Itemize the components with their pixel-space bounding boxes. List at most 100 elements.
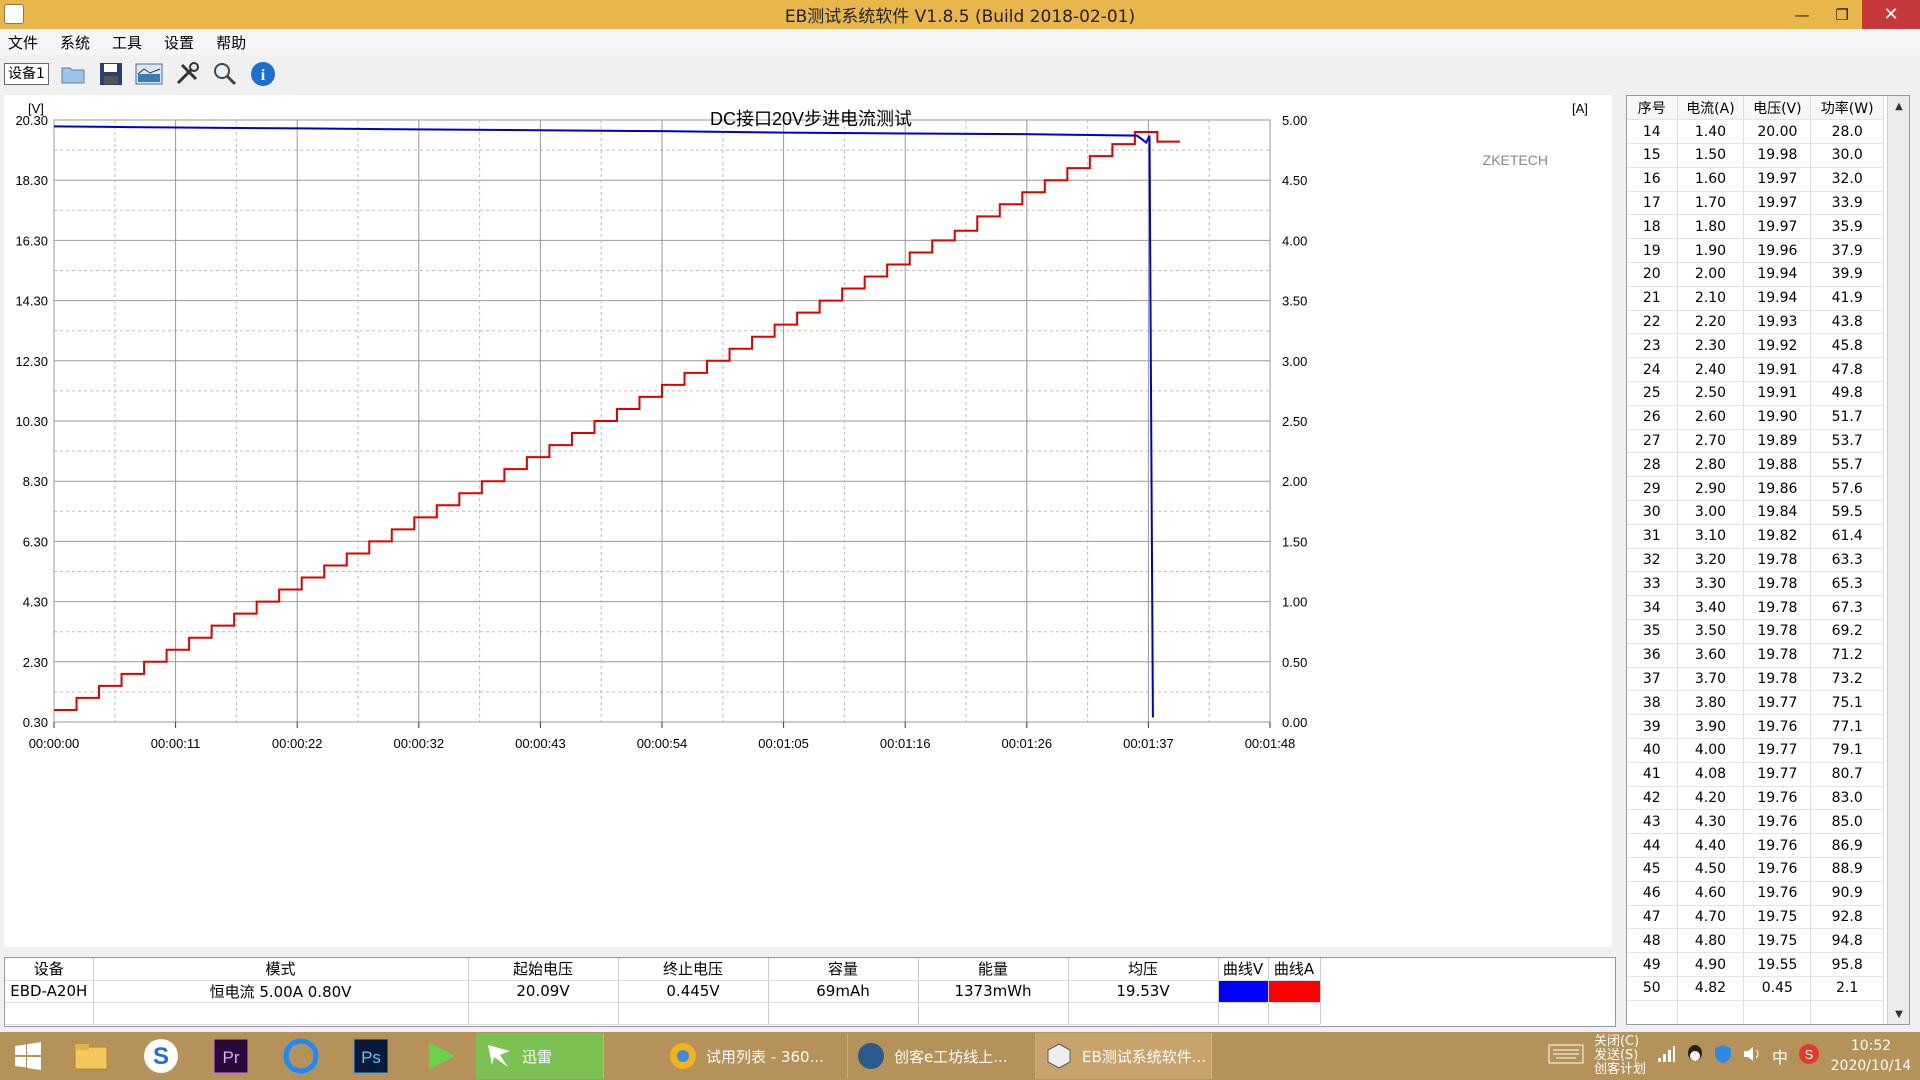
table-row[interactable]: 31 3.10 19.82 61.4 <box>1627 524 1884 549</box>
table-row[interactable]: 36 3.60 19.78 71.2 <box>1627 643 1884 668</box>
summary-table: 设备 模式 起始电压 终止电压 容量 能量 均压 曲线V 曲线A EBD-A20… <box>5 958 1321 1025</box>
row-power: 71.2 <box>1810 643 1884 668</box>
table-row[interactable]: 35 3.50 19.78 69.2 <box>1627 619 1884 644</box>
table-row[interactable]: 22 2.20 19.93 43.8 <box>1627 310 1884 335</box>
menu-file[interactable]: 文件 <box>8 32 38 53</box>
table-row[interactable]: 33 3.30 19.78 65.3 <box>1627 571 1884 597</box>
table-row[interactable]: 42 4.20 19.76 83.0 <box>1627 786 1884 811</box>
task-360-browser[interactable]: 试用列表 - 360... <box>660 1033 848 1079</box>
maximize-button[interactable]: ❐ <box>1822 0 1862 29</box>
col-index-header[interactable]: 序号 <box>1627 96 1678 121</box>
left-tick-label: 20.30 <box>15 113 48 128</box>
table-row[interactable]: 19 1.90 19.96 37.9 <box>1627 238 1884 264</box>
row-voltage: 19.76 <box>1743 786 1812 811</box>
table-row[interactable]: 15 1.50 19.98 30.0 <box>1627 143 1884 168</box>
table-scrollbar[interactable]: ▲ ▼ <box>1887 96 1909 1024</box>
menu-help[interactable]: 帮助 <box>216 32 246 53</box>
windows-start-icon[interactable] <box>0 1033 56 1079</box>
summary-start-v-header: 起始电压 <box>468 958 619 981</box>
player-icon[interactable] <box>406 1033 476 1079</box>
open-folder-icon[interactable] <box>59 60 87 88</box>
table-row[interactable]: 26 2.60 19.90 51.7 <box>1627 405 1884 430</box>
scroll-up-icon[interactable]: ▲ <box>1888 96 1909 116</box>
photoshop-icon[interactable]: Ps <box>336 1033 406 1079</box>
table-row[interactable]: 45 4.50 19.76 88.9 <box>1627 857 1884 882</box>
table-row[interactable]: 48 4.80 19.75 94.8 <box>1627 928 1884 954</box>
table-row[interactable]: 39 3.90 19.76 77.1 <box>1627 714 1884 740</box>
table-row[interactable]: 25 2.50 19.91 49.8 <box>1627 381 1884 406</box>
row-voltage: 19.98 <box>1743 143 1812 168</box>
clock[interactable]: 10:52 2020/10/14 <box>1830 1036 1912 1076</box>
sogou-icon[interactable]: S <box>126 1033 196 1079</box>
table-row[interactable]: 49 4.90 19.55 95.8 <box>1627 952 1884 977</box>
table-row[interactable]: 41 4.08 19.77 80.7 <box>1627 762 1884 787</box>
tools-icon[interactable] <box>173 60 201 88</box>
save-icon[interactable] <box>97 60 125 88</box>
x-tick-label: 00:01:48 <box>1245 736 1296 751</box>
menu-system[interactable]: 系统 <box>60 32 90 53</box>
row-voltage: 19.82 <box>1743 524 1812 549</box>
row-voltage: 19.76 <box>1743 714 1812 740</box>
curve-a-color-swatch[interactable] <box>1268 980 1321 1003</box>
table-row[interactable]: 21 2.10 19.94 41.9 <box>1627 286 1884 311</box>
device-tab[interactable]: 设备1 <box>4 63 49 85</box>
network-icon[interactable] <box>1656 1044 1676 1068</box>
left-tick-label: 0.30 <box>23 715 48 730</box>
scroll-down-icon[interactable]: ▼ <box>1888 1004 1909 1024</box>
sogou-tray-icon[interactable]: S <box>1798 1043 1820 1069</box>
table-row[interactable]: 16 1.60 19.97 32.0 <box>1627 167 1884 192</box>
row-index: 34 <box>1627 595 1678 621</box>
app-icon[interactable] <box>4 4 24 24</box>
col-power-header[interactable]: 功率(W) <box>1810 96 1884 121</box>
table-row[interactable]: 23 2.30 19.92 45.8 <box>1627 333 1884 359</box>
table-row[interactable]: 47 4.70 19.75 92.8 <box>1627 905 1884 930</box>
x-tick-label: 00:00:11 <box>151 736 201 751</box>
shield-icon[interactable] <box>1714 1044 1732 1068</box>
table-row[interactable]: 17 1.70 19.97 33.9 <box>1627 191 1884 216</box>
table-row[interactable]: 40 4.00 19.77 79.1 <box>1627 738 1884 763</box>
360-browser-icon <box>670 1043 696 1069</box>
table-row[interactable]: 28 2.80 19.88 55.7 <box>1627 452 1884 478</box>
table-row[interactable]: 34 3.40 19.78 67.3 <box>1627 595 1884 621</box>
ime-indicator[interactable]: 中 <box>1772 1044 1788 1068</box>
row-index: 33 <box>1627 571 1678 597</box>
close-button[interactable]: ✕ <box>1862 0 1920 29</box>
table-row[interactable]: 24 2.40 19.91 47.8 <box>1627 357 1884 383</box>
summary-row[interactable]: EBD-A20H 恒电流 5.00A 0.80V 20.09V 0.445V 6… <box>5 980 1321 1003</box>
data-table: 序号 电流(A) 电压(V) 功率(W) 14 1.40 20.00 28.0 15 1.… <box>1627 96 1884 1024</box>
menu-tools[interactable]: 工具 <box>112 32 142 53</box>
task-maker[interactable]: 创客e工坊线上... <box>848 1033 1036 1079</box>
premiere-icon[interactable]: Pr <box>196 1033 266 1079</box>
col-voltage-header[interactable]: 电压(V) <box>1743 96 1812 121</box>
table-row[interactable]: 37 3.70 19.78 73.2 <box>1627 667 1884 692</box>
menu-settings[interactable]: 设置 <box>164 32 194 53</box>
col-current-header[interactable]: 电流(A) <box>1677 96 1745 121</box>
task-xunlei[interactable]: 迅雷 <box>476 1033 604 1079</box>
volume-icon[interactable] <box>1742 1044 1762 1068</box>
table-row[interactable]: 44 4.40 19.76 86.9 <box>1627 833 1884 858</box>
task-eb-software[interactable]: EB测试系统软件... <box>1036 1033 1212 1079</box>
file-explorer-icon[interactable] <box>56 1033 126 1079</box>
keyboard-icon[interactable] <box>1548 1044 1584 1068</box>
row-power: 59.5 <box>1810 500 1884 525</box>
image-icon[interactable] <box>135 60 163 88</box>
table-row[interactable]: 50 4.82 0.45 2.1 <box>1627 976 1884 1001</box>
table-row[interactable]: 43 4.30 19.76 85.0 <box>1627 809 1884 835</box>
table-row[interactable]: 14 1.40 20.00 28.0 <box>1627 119 1884 145</box>
table-row[interactable]: 46 4.60 19.76 90.9 <box>1627 881 1884 906</box>
table-row[interactable]: 20 2.00 19.94 39.9 <box>1627 262 1884 287</box>
table-row[interactable]: 30 3.00 19.84 59.5 <box>1627 500 1884 525</box>
row-power: 2.1 <box>1810 976 1884 1001</box>
table-row[interactable]: 18 1.80 19.97 35.9 <box>1627 214 1884 240</box>
row-power: 69.2 <box>1810 619 1884 644</box>
browser-icon[interactable] <box>266 1033 336 1079</box>
table-row[interactable]: 29 2.90 19.86 57.6 <box>1627 476 1884 502</box>
minimize-button[interactable]: — <box>1782 0 1822 29</box>
qq-icon[interactable] <box>1686 1044 1704 1068</box>
search-icon[interactable] <box>211 60 239 88</box>
table-row[interactable]: 38 3.80 19.77 75.1 <box>1627 690 1884 716</box>
info-icon[interactable]: i <box>249 60 277 88</box>
curve-v-color-swatch[interactable] <box>1218 980 1269 1003</box>
table-row[interactable]: 32 3.20 19.78 63.3 <box>1627 548 1884 573</box>
table-row[interactable]: 27 2.70 19.89 53.7 <box>1627 429 1884 454</box>
